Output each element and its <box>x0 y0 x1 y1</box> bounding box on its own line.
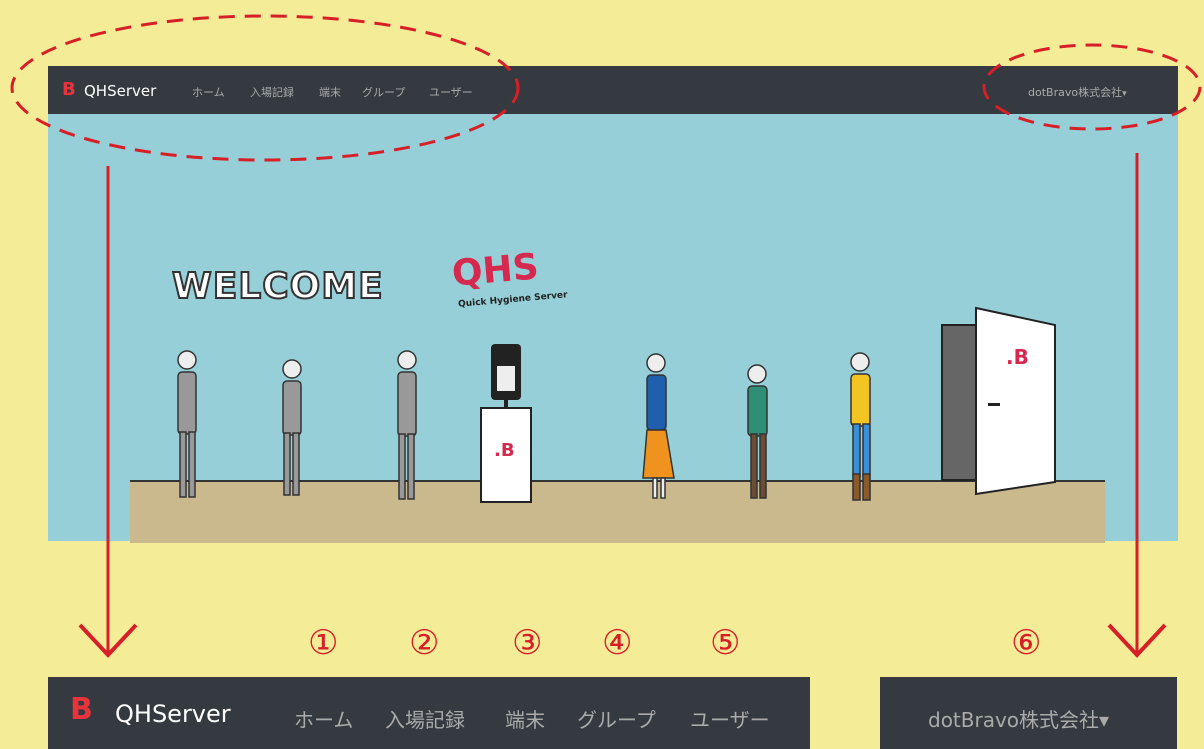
person-3 <box>397 350 417 500</box>
annotation-number-3: ③ <box>512 623 543 663</box>
caret-down-icon-zoom: ▾ <box>1099 708 1110 732</box>
highlight-ellipse-right <box>982 43 1202 131</box>
nav-item-entry-records-zoom[interactable]: 入場記録 <box>385 704 465 733</box>
nav-item-users-zoom[interactable]: ユーザー <box>690 704 770 733</box>
annotation-number-5: ⑤ <box>710 623 741 663</box>
person-2 <box>282 359 302 496</box>
highlight-ellipse-left <box>10 14 520 162</box>
stand-logo: .B <box>494 440 515 461</box>
person-1 <box>177 350 197 498</box>
brand-logo-icon-zoom[interactable]: B <box>70 692 93 727</box>
nav-item-devices-zoom[interactable]: 端末 <box>505 704 545 733</box>
annotation-number-4: ④ <box>602 623 633 663</box>
person-4 <box>642 353 675 499</box>
door-logo: .B <box>1006 345 1029 369</box>
person-5 <box>747 364 768 499</box>
nav-item-home-zoom[interactable]: ホーム <box>294 704 353 733</box>
user-menu-zoom[interactable]: dotBravo株式会社▾ <box>928 704 1109 733</box>
person-6 <box>850 352 871 501</box>
annotation-number-2: ② <box>409 623 440 663</box>
annotation-number-1: ① <box>308 623 339 663</box>
user-menu-label-zoom: dotBravo株式会社 <box>928 708 1100 732</box>
brand-name-zoom[interactable]: QHServer <box>115 700 231 728</box>
nav-item-groups-zoom[interactable]: グループ <box>577 704 656 733</box>
door-handle <box>988 403 1000 406</box>
door <box>975 306 1056 496</box>
annotation-number-6: ⑥ <box>1011 623 1042 663</box>
